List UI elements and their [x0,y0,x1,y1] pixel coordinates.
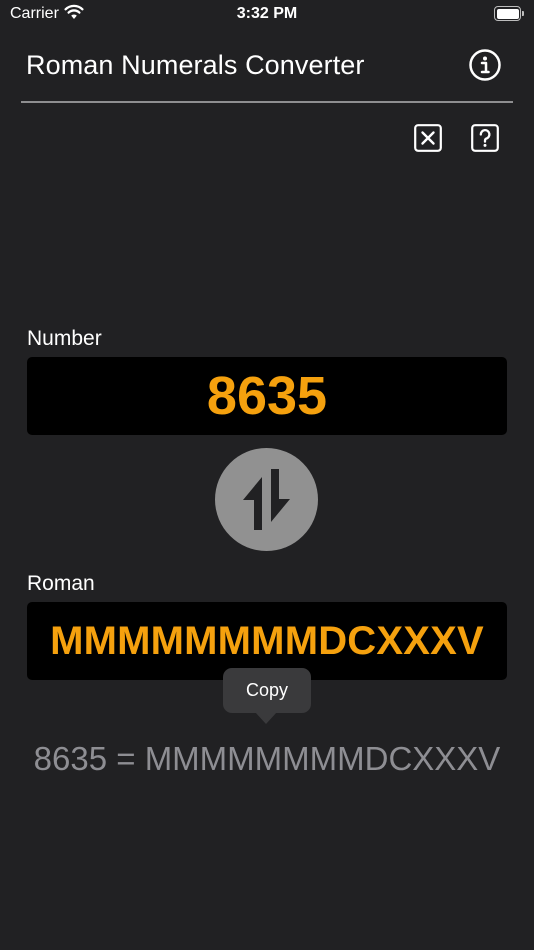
roman-value: MMMMMMMMDCXXXV [50,618,484,663]
swap-arrows-icon [243,469,290,530]
battery-icon [494,6,524,21]
app-screen: Carrier 3:32 PM Roman Numerals Converter [0,0,534,950]
status-bar: Carrier 3:32 PM [0,0,534,28]
copy-label: Copy [245,680,289,700]
info-circle-icon [469,49,501,81]
header-divider [21,101,513,103]
conversion-result: 8635 = MMMMMMMMDCXXXV [33,740,501,777]
status-time: 3:32 PM [236,5,298,22]
info-button[interactable] [468,48,502,82]
clear-button[interactable] [414,124,442,152]
number-value: 8635 [206,366,328,426]
help-button[interactable] [471,124,499,152]
swap-button[interactable] [215,448,318,551]
number-input[interactable]: 8635 [27,357,507,435]
roman-label: Roman [27,572,95,595]
copy-menu-button[interactable]: Copy [223,668,311,713]
number-label: Number [27,327,102,350]
clear-box-icon [414,124,442,152]
page-title: Roman Numerals Converter [26,50,365,80]
help-box-icon [471,124,499,152]
copy-menu-arrow [255,712,277,724]
